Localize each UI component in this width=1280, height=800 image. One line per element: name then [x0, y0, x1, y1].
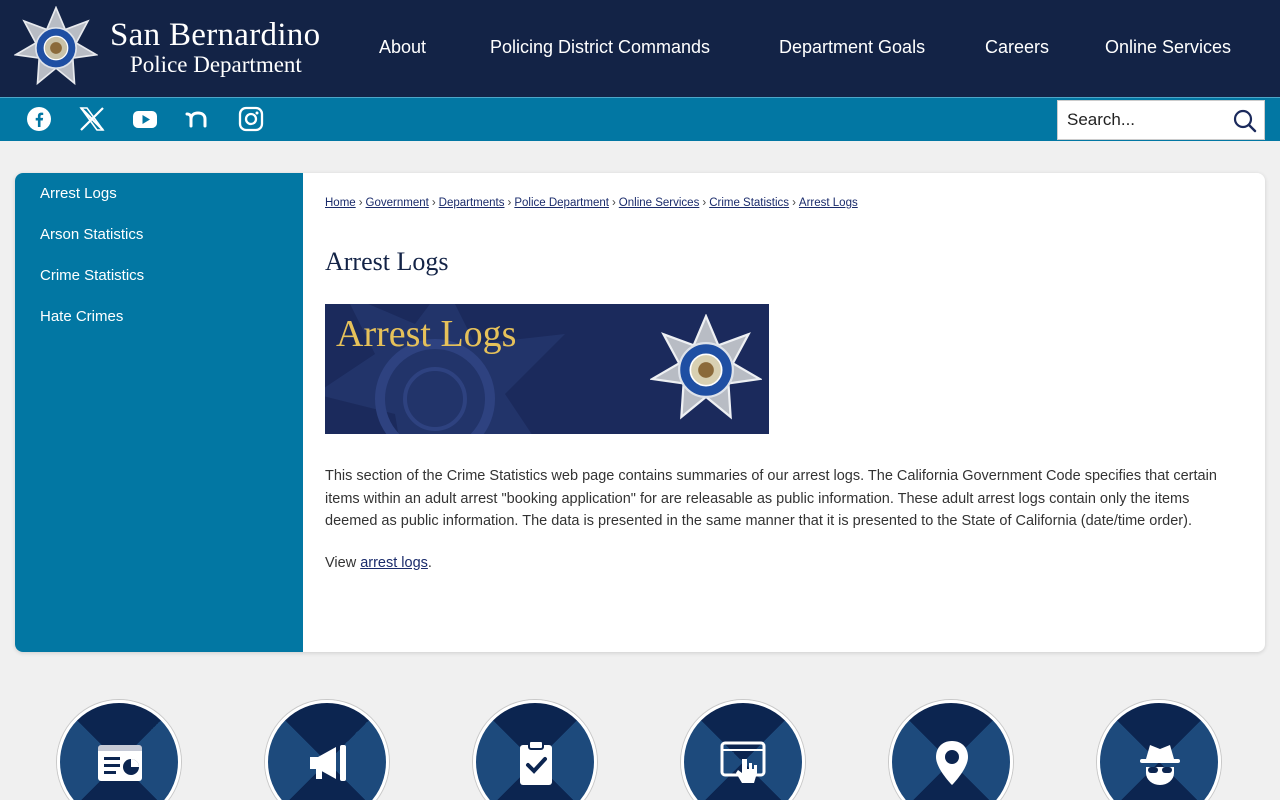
- breadcrumb-online-services[interactable]: Online Services: [619, 197, 700, 209]
- banner-title: Arrest Logs: [336, 313, 517, 355]
- sidebar-item-crime-statistics[interactable]: Crime Statistics: [40, 267, 144, 284]
- breadcrumb-government[interactable]: Government: [366, 197, 429, 209]
- nextdoor-icon[interactable]: [185, 106, 211, 132]
- nav-policing-district-commands[interactable]: Policing District Commands: [490, 37, 710, 58]
- search-input[interactable]: [1058, 101, 1228, 139]
- arrest-logs-link[interactable]: arrest logs: [360, 555, 428, 571]
- logo-title: San Bernardino: [110, 17, 321, 53]
- police-badge-icon[interactable]: [14, 6, 98, 90]
- view-prefix: View: [325, 555, 361, 571]
- nav-careers[interactable]: Careers: [985, 37, 1049, 58]
- breadcrumb-home[interactable]: Home: [325, 197, 356, 209]
- view-arrest-logs-line: View arrest logs.: [325, 555, 432, 571]
- detective-icon: [1140, 745, 1180, 785]
- breadcrumb-separator: ›: [358, 197, 363, 209]
- sidebar-item-hate-crimes[interactable]: Hate Crimes: [40, 308, 123, 325]
- quicklink-chart-button[interactable]: [57, 700, 181, 800]
- clipboard-check-icon: [520, 740, 552, 785]
- breadcrumb-departments[interactable]: Departments: [439, 197, 505, 209]
- social-bar: [0, 97, 1280, 141]
- page-title: Arrest Logs: [325, 247, 449, 276]
- nav-online-services[interactable]: Online Services: [1105, 37, 1231, 58]
- site-logo-text[interactable]: San Bernardino Police Department: [110, 18, 320, 78]
- sidebar: Arrest Logs Arson Statistics Crime Stati…: [15, 173, 303, 652]
- content-card: Arrest Logs Arson Statistics Crime Stati…: [15, 173, 1265, 652]
- nav-department-goals[interactable]: Department Goals: [779, 37, 925, 58]
- quicklink-announcements-button[interactable]: [265, 700, 389, 800]
- search-icon[interactable]: [1232, 108, 1258, 134]
- description-text: This section of the Crime Statistics web…: [325, 468, 1217, 529]
- quicklink-online-services-button[interactable]: [681, 700, 805, 800]
- map-pin-icon: [936, 741, 968, 785]
- quicklink-locations-button[interactable]: [889, 700, 1013, 800]
- sidebar-item-arrest-logs[interactable]: Arrest Logs: [40, 185, 117, 202]
- sidebar-item-arson-statistics[interactable]: Arson Statistics: [40, 226, 143, 243]
- breadcrumb-separator: ›: [611, 197, 616, 209]
- youtube-icon[interactable]: [132, 106, 158, 132]
- view-suffix: .: [427, 555, 432, 571]
- arrest-logs-banner: Arrest Logs: [325, 304, 769, 434]
- facebook-icon[interactable]: [26, 106, 52, 132]
- breadcrumb-separator: ›: [507, 197, 512, 209]
- breadcrumb-police-department[interactable]: Police Department: [514, 197, 609, 209]
- megaphone-icon: [310, 745, 346, 781]
- logo-subtitle: Police Department: [130, 52, 302, 77]
- quicklink-checklist-button[interactable]: [473, 700, 597, 800]
- breadcrumb-crime-statistics[interactable]: Crime Statistics: [709, 197, 789, 209]
- site-header: San Bernardino Police Department About P…: [0, 0, 1280, 97]
- chart-icon: [98, 745, 142, 781]
- breadcrumb: Home › Government › Departments › Police Depar…: [325, 197, 858, 209]
- instagram-icon[interactable]: [238, 106, 264, 132]
- search-box: [1057, 100, 1265, 140]
- breadcrumb-separator: ›: [702, 197, 707, 209]
- x-icon[interactable]: [79, 106, 105, 132]
- quicklink-anonymous-tips-button[interactable]: [1097, 700, 1221, 800]
- breadcrumb-separator: ›: [431, 197, 436, 209]
- breadcrumb-separator: ›: [792, 197, 796, 209]
- banner-police-badge-icon: [650, 314, 762, 420]
- nav-about[interactable]: About: [379, 37, 426, 58]
- click-icon: [720, 741, 766, 783]
- breadcrumb-arrest-logs[interactable]: Arrest Logs: [799, 197, 858, 209]
